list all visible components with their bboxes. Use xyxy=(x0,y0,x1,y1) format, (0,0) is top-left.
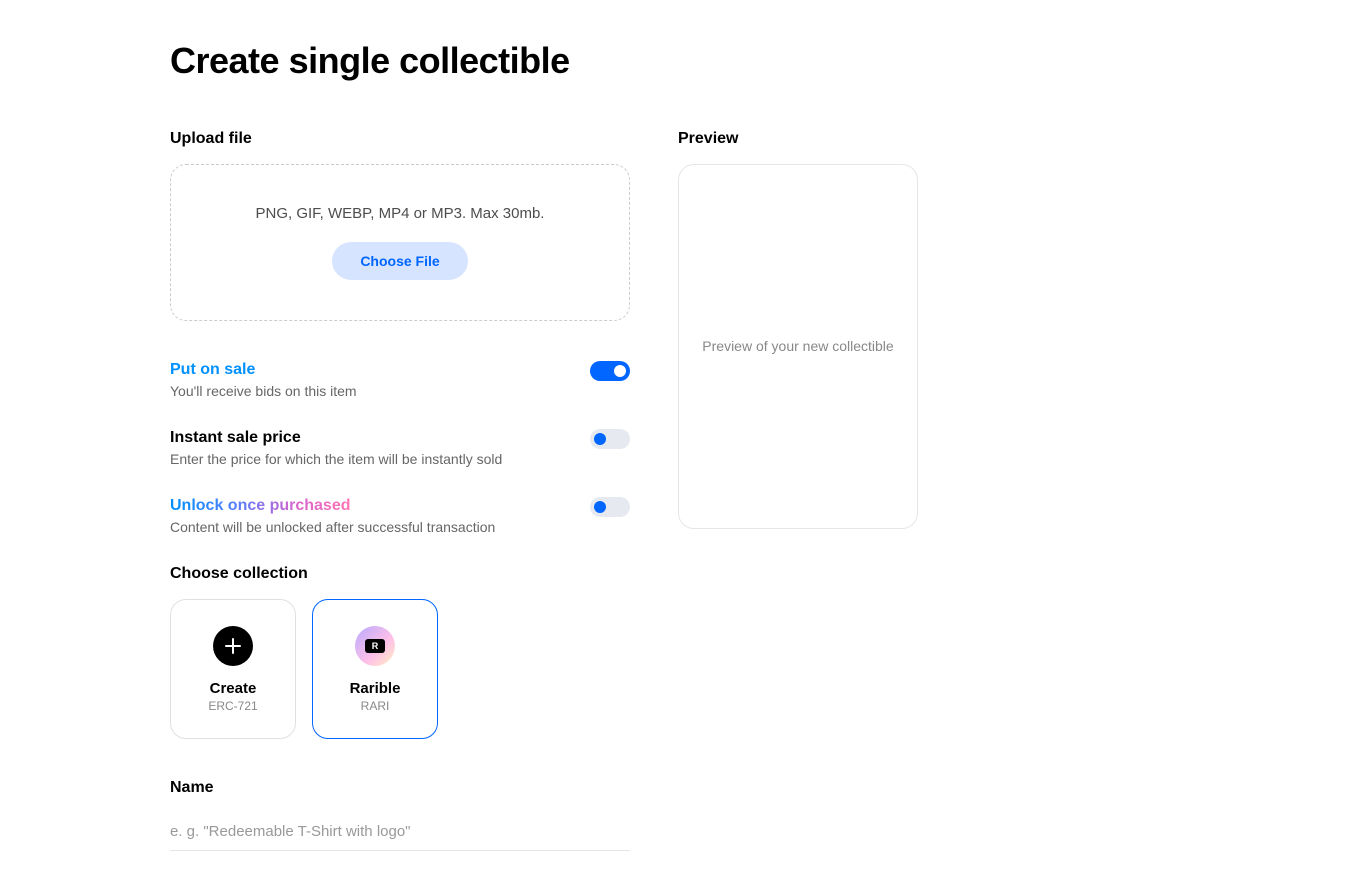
collection-create-sub: ERC-721 xyxy=(208,699,257,713)
put-on-sale-row: Put on sale You'll receive bids on this … xyxy=(170,361,630,399)
unlock-sub: Content will be unlocked after successfu… xyxy=(170,519,570,535)
name-input[interactable] xyxy=(170,813,630,851)
unlock-title: Unlock once purchased xyxy=(170,497,351,515)
form-column: Upload file PNG, GIF, WEBP, MP4 or MP3. … xyxy=(170,130,630,851)
plus-icon xyxy=(213,626,253,666)
instant-sale-toggle[interactable] xyxy=(590,429,630,449)
collection-create-card[interactable]: Create ERC-721 xyxy=(170,599,296,739)
preview-column: Preview Preview of your new collectible xyxy=(678,130,918,529)
rarible-badge: R xyxy=(365,639,385,653)
instant-sale-row: Instant sale price Enter the price for w… xyxy=(170,429,630,467)
collection-rarible-card[interactable]: R Rarible RARI xyxy=(312,599,438,739)
preview-card: Preview of your new collectible xyxy=(678,164,918,529)
upload-hint: PNG, GIF, WEBP, MP4 or MP3. Max 30mb. xyxy=(201,205,599,222)
instant-sale-sub: Enter the price for which the item will … xyxy=(170,451,570,467)
instant-sale-title: Instant sale price xyxy=(170,429,570,447)
preview-label: Preview xyxy=(678,130,918,148)
rarible-icon: R xyxy=(355,626,395,666)
put-on-sale-sub: You'll receive bids on this item xyxy=(170,383,570,399)
unlock-toggle[interactable] xyxy=(590,497,630,517)
collection-create-title: Create xyxy=(210,680,257,697)
upload-label: Upload file xyxy=(170,130,630,148)
upload-dropzone[interactable]: PNG, GIF, WEBP, MP4 or MP3. Max 30mb. Ch… xyxy=(170,164,630,321)
collection-rarible-title: Rarible xyxy=(350,680,401,697)
preview-text: Preview of your new collectible xyxy=(702,336,893,357)
name-label: Name xyxy=(170,779,630,797)
choose-file-button[interactable]: Choose File xyxy=(332,242,467,280)
unlock-row: Unlock once purchased Content will be un… xyxy=(170,497,630,535)
collection-rarible-sub: RARI xyxy=(361,699,390,713)
page-title: Create single collectible xyxy=(170,40,1176,82)
collection-label: Choose collection xyxy=(170,565,630,583)
put-on-sale-toggle[interactable] xyxy=(590,361,630,381)
put-on-sale-title: Put on sale xyxy=(170,361,570,379)
